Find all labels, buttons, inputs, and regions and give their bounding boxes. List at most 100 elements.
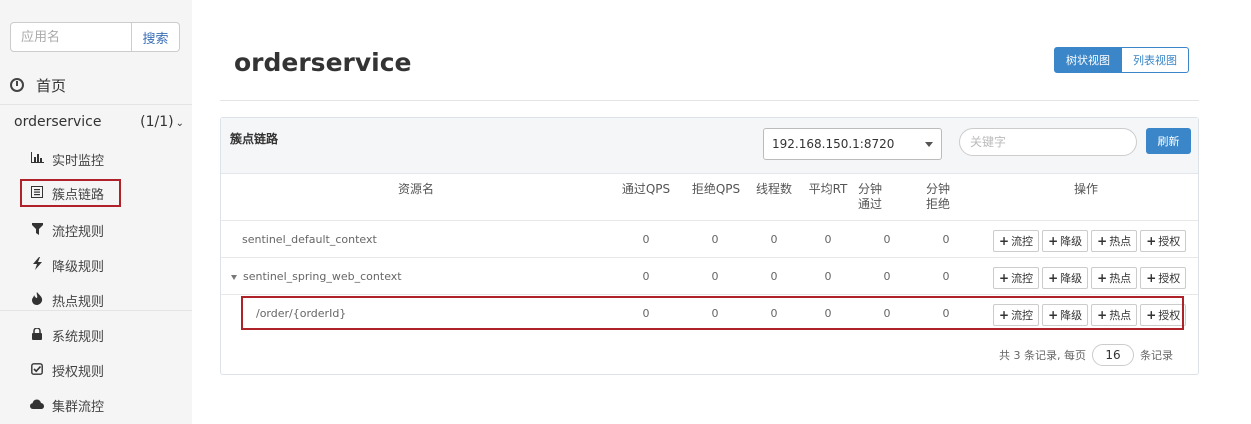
op-label: 降级	[1060, 272, 1083, 285]
list-icon	[30, 185, 44, 201]
add-degrade-rule-button[interactable]: + 降级	[1042, 267, 1089, 289]
minute-block-value: 0	[942, 233, 950, 246]
chevron-down-icon: ⌄	[175, 118, 184, 129]
menu-label: 簇点链路	[52, 187, 105, 203]
resource-name: sentinel_spring_web_context	[243, 270, 402, 283]
title-divider	[220, 100, 1199, 101]
refresh-button[interactable]: 刷新	[1146, 128, 1191, 154]
pass-qps-value: 0	[642, 270, 650, 283]
add-flow-rule-button[interactable]: + 流控	[993, 267, 1040, 289]
bar-chart-icon	[30, 152, 44, 166]
add-auth-rule-button[interactable]: + 授权	[1140, 230, 1187, 252]
plus-icon: +	[1146, 234, 1157, 248]
tree-view-button[interactable]: 树状视图	[1054, 47, 1122, 73]
table-row: sentinel_spring_web_context 0 0 0 0 0 0 …	[221, 257, 1198, 294]
pager-suffix: 条记录	[1140, 349, 1173, 362]
sidebar-item-system-rules[interactable]: 系统规则	[30, 322, 180, 348]
sidebar-item-flow-rules[interactable]: 流控规则	[30, 217, 180, 243]
machine-select-value: 192.168.150.1:8720	[772, 137, 895, 151]
check-icon	[30, 362, 44, 378]
cluster-link-panel: 簇点链路 192.168.150.1:8720 刷新 资源名 通过QPS 拒绝Q…	[220, 117, 1199, 375]
fire-icon	[30, 292, 44, 308]
app-name: orderservice	[14, 114, 102, 130]
op-label: 热点	[1109, 272, 1132, 285]
op-label: 流控	[1011, 272, 1034, 285]
sidebar-divider	[0, 104, 192, 105]
threads-value: 0	[770, 270, 778, 283]
plus-icon: +	[1048, 234, 1059, 248]
block-qps-value: 0	[711, 233, 719, 246]
sidebar: 搜索 首页 orderservice (1/1)⌄ 实时监控 簇点链路 流控规则…	[0, 0, 192, 424]
op-label: 授权	[1158, 272, 1181, 285]
app-search-input[interactable]	[10, 22, 132, 52]
panel-title: 簇点链路	[230, 132, 279, 146]
op-label: 流控	[1011, 235, 1034, 248]
menu-label: 集群流控	[52, 399, 105, 415]
add-auth-rule-button[interactable]: + 授权	[1140, 267, 1187, 289]
menu-label: 流控规则	[52, 224, 105, 240]
home-label: 首页	[36, 76, 67, 95]
menu-label: 降级规则	[52, 259, 105, 275]
col-minute-block: 分钟拒绝	[925, 182, 950, 211]
list-view-button[interactable]: 列表视图	[1122, 47, 1189, 73]
row-actions: + 流控 + 降级 + 热点 + 授权	[993, 267, 1187, 289]
sidebar-item-home[interactable]: 首页	[10, 68, 182, 102]
minute-pass-value: 0	[883, 270, 891, 283]
op-label: 降级	[1060, 235, 1083, 248]
lock-icon	[30, 326, 44, 343]
add-hot-rule-button[interactable]: + 热点	[1091, 267, 1138, 289]
plus-icon: +	[1097, 234, 1108, 248]
menu-label: 实时监控	[52, 153, 105, 169]
avg-rt-value: 0	[824, 233, 832, 246]
col-avg-rt: 平均RT	[808, 182, 848, 196]
menu-label: 热点规则	[52, 294, 105, 310]
block-qps-value: 0	[711, 270, 719, 283]
cloud-icon	[30, 398, 44, 412]
sidebar-item-degrade-rules[interactable]: 降级规则	[30, 252, 180, 278]
minute-block-value: 0	[942, 270, 950, 283]
sidebar-item-auth-rules[interactable]: 授权规则	[30, 357, 180, 383]
resource-name: sentinel_default_context	[242, 233, 377, 246]
page-size-input[interactable]: 16	[1092, 344, 1134, 366]
threads-value: 0	[770, 233, 778, 246]
clock-icon	[10, 78, 24, 92]
highlight-box	[241, 296, 1184, 330]
app-count: (1/1) ⌄	[140, 114, 184, 130]
minute-pass-value: 0	[883, 233, 891, 246]
plus-icon: +	[999, 234, 1010, 248]
filter-icon	[30, 222, 44, 238]
search-button[interactable]: 搜索	[132, 22, 180, 52]
app-count-text: (1/1)	[140, 114, 174, 130]
op-label: 授权	[1158, 235, 1181, 248]
view-toggle: 树状视图 列表视图	[1054, 47, 1189, 73]
resource-name-wrap: sentinel_spring_web_context	[231, 270, 402, 283]
sidebar-item-realtime-monitor[interactable]: 实时监控	[30, 146, 180, 172]
row-actions: + 流控 + 降级 + 热点 + 授权	[993, 230, 1187, 252]
caret-down-icon[interactable]	[231, 274, 237, 280]
menu-label: 授权规则	[52, 364, 105, 380]
sidebar-item-cluster-flow[interactable]: 集群流控	[30, 392, 180, 418]
avg-rt-value: 0	[824, 270, 832, 283]
col-threads: 线程数	[755, 182, 792, 196]
add-hot-rule-button[interactable]: + 热点	[1091, 230, 1138, 252]
sidebar-item-cluster-link[interactable]: 簇点链路	[20, 179, 121, 207]
add-degrade-rule-button[interactable]: + 降级	[1042, 230, 1089, 252]
plus-icon: +	[1097, 271, 1108, 285]
menu-label: 系统规则	[52, 329, 105, 345]
caret-down-icon	[925, 141, 933, 147]
col-ops: 操作	[1073, 182, 1098, 196]
app-search: 搜索	[10, 22, 180, 52]
pagination: 共 3 条记录, 每页 16 条记录	[999, 344, 1173, 366]
flash-icon	[30, 257, 44, 273]
plus-icon: +	[1048, 271, 1059, 285]
sidebar-app-orderservice[interactable]: orderservice (1/1) ⌄	[14, 110, 184, 134]
plus-icon: +	[1146, 271, 1157, 285]
machine-select[interactable]: 192.168.150.1:8720	[763, 128, 942, 160]
col-block-qps: 拒绝QPS	[691, 182, 741, 196]
pass-qps-value: 0	[642, 233, 650, 246]
pager-total: 共 3 条记录, 每页	[999, 349, 1086, 362]
panel-header: 簇点链路 192.168.150.1:8720 刷新	[221, 118, 1198, 174]
sidebar-divider	[0, 310, 192, 311]
add-flow-rule-button[interactable]: + 流控	[993, 230, 1040, 252]
keyword-input[interactable]	[959, 128, 1137, 156]
